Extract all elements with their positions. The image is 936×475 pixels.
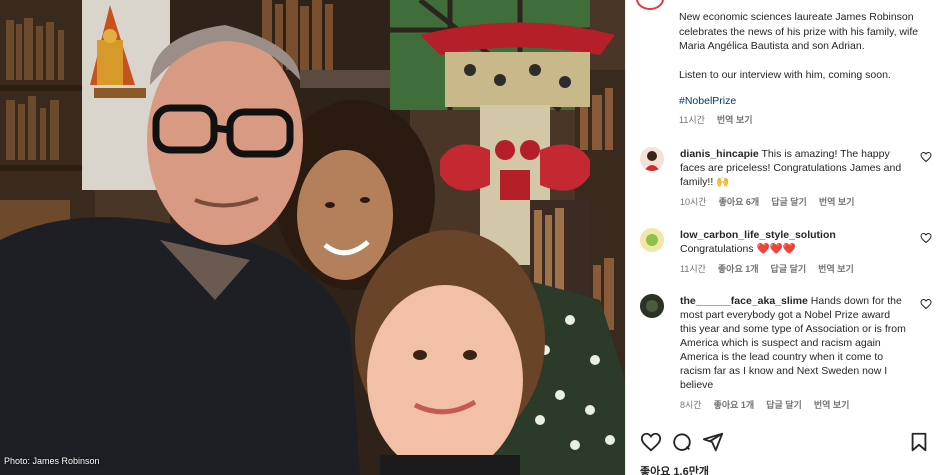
avatar[interactable] — [640, 147, 664, 171]
comment-meta: 10시간 좋아요 6개 답글 달기 번역 보기 — [680, 195, 908, 209]
comment-username[interactable]: dianis_hincapie — [680, 148, 759, 160]
comment-likes[interactable]: 좋아요 1개 — [714, 398, 755, 412]
comment-likes[interactable]: 좋아요 6개 — [719, 195, 760, 209]
caption-translate-link[interactable]: 번역 보기 — [717, 113, 753, 128]
comment-body: dianis_hincapie This is amazing! The hap… — [680, 147, 908, 209]
comment-likes[interactable]: 좋아요 1개 — [718, 262, 759, 276]
caption-text-1: New economic sciences laureate James Rob… — [679, 11, 919, 52]
comment-item: the______face_aka_slime Hands down for t… — [640, 294, 932, 412]
author-avatar[interactable] — [636, 0, 664, 10]
comment-time[interactable]: 11시간 — [680, 262, 706, 276]
comment-like-heart-icon[interactable] — [920, 298, 932, 310]
translate-link[interactable]: 번역 보기 — [818, 262, 854, 276]
comment-item: low_carbon_life_style_solution Congratul… — [640, 228, 932, 276]
comment-text: Congratulations ❤️❤️❤️ — [680, 243, 796, 255]
post-side-panel: New economic sciences laureate James Rob… — [625, 0, 936, 475]
comment-body: the______face_aka_slime Hands down for t… — [680, 294, 908, 412]
share-icon[interactable] — [702, 431, 724, 453]
heart-icon[interactable] — [640, 431, 662, 453]
avatar-image — [640, 294, 664, 318]
translate-link[interactable]: 번역 보기 — [819, 195, 855, 209]
caption-meta: 11시간 번역 보기 — [679, 113, 929, 128]
photo-illustration — [0, 0, 625, 475]
bookmark-icon[interactable] — [908, 431, 930, 453]
reply-button[interactable]: 답글 달기 — [771, 195, 807, 209]
post-photo[interactable]: Photo: James Robinson — [0, 0, 625, 475]
avatar[interactable] — [640, 294, 664, 318]
comment-time[interactable]: 10시간 — [680, 195, 707, 209]
post-like-count[interactable]: 좋아요 1.6만개 — [640, 463, 709, 475]
comment-like-heart-icon[interactable] — [920, 232, 932, 244]
comment-item: dianis_hincapie This is amazing! The hap… — [640, 147, 932, 209]
comment-time[interactable]: 8시간 — [680, 398, 702, 412]
comment-meta: 11시간 좋아요 1개 답글 달기 번역 보기 — [680, 262, 908, 276]
caption-text-2: Listen to our interview with him, coming… — [679, 68, 891, 81]
comment-meta: 8시간 좋아요 1개 답글 달기 번역 보기 — [680, 398, 908, 412]
post-caption: New economic sciences laureate James Rob… — [679, 10, 929, 127]
reply-button[interactable]: 답글 달기 — [766, 398, 802, 412]
comment-like-heart-icon[interactable] — [920, 151, 932, 163]
comment-text: Hands down for the most part everybody g… — [680, 295, 906, 391]
reply-button[interactable]: 답글 달기 — [771, 262, 807, 276]
comment-body: low_carbon_life_style_solution Congratul… — [680, 228, 908, 276]
caption-time[interactable]: 11시간 — [679, 113, 705, 128]
comment-username[interactable]: the______face_aka_slime — [680, 295, 808, 307]
translate-link[interactable]: 번역 보기 — [814, 398, 850, 412]
instagram-post-view: Photo: James Robinson New economic scien… — [0, 0, 936, 475]
comment-username[interactable]: low_carbon_life_style_solution — [680, 229, 836, 241]
post-action-bar — [640, 431, 930, 457]
comment-icon[interactable] — [671, 431, 693, 453]
hashtag-link[interactable]: #NobelPrize — [679, 94, 929, 109]
avatar-image — [640, 228, 664, 252]
photo-credit: Photo: James Robinson — [4, 456, 100, 466]
avatar-image — [640, 147, 664, 171]
avatar[interactable] — [640, 228, 664, 252]
